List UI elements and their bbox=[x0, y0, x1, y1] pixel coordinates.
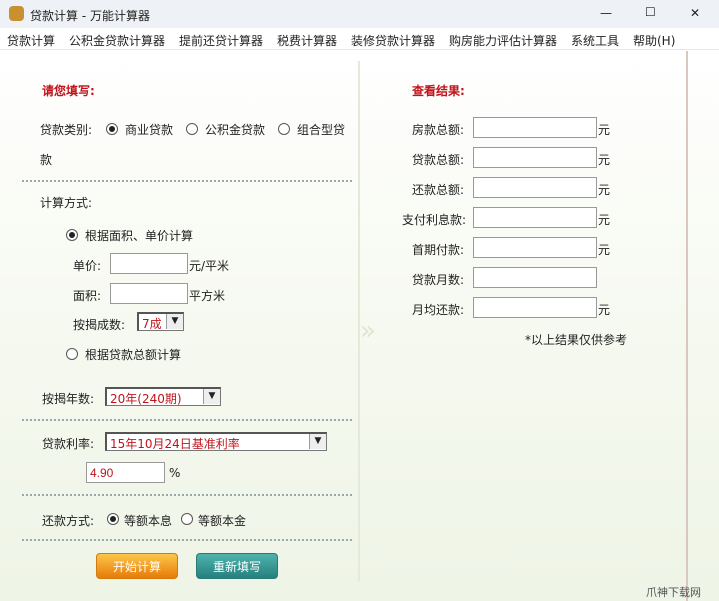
result-field[interactable] bbox=[473, 147, 597, 168]
method-by-total[interactable]: 根据贷款总额计算 bbox=[85, 346, 181, 363]
title-bar: 贷款计算 - 万能计算器 — ☐ ✕ bbox=[0, 0, 719, 28]
area-unit: 平方米 bbox=[189, 289, 226, 303]
divider bbox=[22, 494, 352, 496]
menu-tax[interactable]: 税费计算器 bbox=[277, 32, 337, 49]
chevron-down-icon: ▼ bbox=[203, 389, 220, 404]
chevron-down-icon: ▼ bbox=[166, 314, 183, 329]
loan-type-commercial[interactable]: 商业贷款 bbox=[125, 121, 173, 138]
radio-by-area[interactable] bbox=[66, 229, 78, 241]
menu-bar: 贷款计算 公积金贷款计算器 提前还贷计算器 税费计算器 装修贷款计算器 购房能力… bbox=[0, 28, 719, 50]
menu-afford[interactable]: 购房能力评估计算器 bbox=[449, 32, 557, 49]
result-unit: 元 bbox=[598, 303, 611, 317]
repay-equal-installment[interactable]: 等额本息 bbox=[124, 512, 172, 529]
results-note: *以上结果仅供参考 bbox=[525, 333, 628, 347]
result-label: 首期付款: bbox=[412, 243, 465, 257]
result-field[interactable] bbox=[473, 297, 597, 318]
ratio-value: 7成 bbox=[142, 317, 162, 331]
loan-type-fund[interactable]: 公积金贷款 bbox=[205, 121, 265, 138]
loan-type-combined[interactable]: 组合型贷 bbox=[297, 121, 345, 138]
result-label: 支付利息款: bbox=[402, 213, 467, 227]
rate-unit: % bbox=[169, 466, 181, 480]
years-label: 按揭年数: bbox=[42, 392, 95, 406]
window-title: 贷款计算 - 万能计算器 bbox=[30, 9, 150, 23]
unit-price-label: 单价: bbox=[73, 259, 102, 273]
menu-help[interactable]: 帮助(H) bbox=[633, 32, 675, 49]
area-label: 面积: bbox=[73, 289, 102, 303]
radio-equal-installment[interactable] bbox=[107, 513, 119, 525]
reset-button[interactable]: 重新填写 bbox=[196, 553, 278, 579]
app-icon bbox=[9, 6, 24, 21]
unit-price-input[interactable] bbox=[110, 253, 188, 274]
divider bbox=[22, 539, 352, 541]
result-label: 贷款总额: bbox=[412, 153, 465, 167]
maximize-button[interactable]: ☐ bbox=[645, 5, 656, 19]
results-title: 查看结果: bbox=[412, 84, 465, 98]
menu-prepay[interactable]: 提前还贷计算器 bbox=[179, 32, 263, 49]
result-label: 贷款月数: bbox=[412, 273, 465, 287]
ratio-select[interactable]: 7成 ▼ bbox=[137, 312, 184, 331]
result-label: 月均还款: bbox=[412, 303, 465, 317]
repay-label: 还款方式: bbox=[42, 514, 95, 528]
menu-fund-loan[interactable]: 公积金贷款计算器 bbox=[69, 32, 165, 49]
result-field[interactable] bbox=[473, 207, 597, 228]
result-unit: 元 bbox=[598, 123, 611, 137]
calc-method-label: 计算方式: bbox=[40, 196, 93, 210]
method-by-area[interactable]: 根据面积、单价计算 bbox=[85, 227, 193, 244]
loan-type-combined-wrap: 款 bbox=[40, 153, 53, 167]
rate-label: 贷款利率: bbox=[42, 437, 95, 451]
result-label: 还款总额: bbox=[412, 183, 465, 197]
loan-type-label: 贷款类别: bbox=[40, 123, 93, 137]
calculate-button[interactable]: 开始计算 bbox=[96, 553, 178, 579]
result-field[interactable] bbox=[473, 117, 597, 138]
radio-commercial[interactable] bbox=[106, 123, 118, 135]
result-unit: 元 bbox=[598, 243, 611, 257]
minimize-button[interactable]: — bbox=[600, 6, 612, 20]
rate-value: 15年10月24日基准利率 bbox=[110, 437, 240, 451]
years-select[interactable]: 20年(240期) ▼ bbox=[105, 387, 221, 406]
unit-price-unit: 元/平米 bbox=[189, 259, 230, 273]
menu-decoration[interactable]: 装修贷款计算器 bbox=[351, 32, 435, 49]
years-value: 20年(240期) bbox=[110, 392, 182, 406]
divider bbox=[22, 419, 352, 421]
result-unit: 元 bbox=[598, 213, 611, 227]
fill-in-title: 请您填写: bbox=[42, 84, 95, 98]
menu-tools[interactable]: 系统工具 bbox=[571, 32, 619, 49]
repay-equal-principal[interactable]: 等额本金 bbox=[198, 512, 246, 529]
result-field[interactable] bbox=[473, 267, 597, 288]
close-button[interactable]: ✕ bbox=[690, 6, 700, 20]
menu-loan[interactable]: 贷款计算 bbox=[7, 32, 55, 49]
result-field[interactable] bbox=[473, 237, 597, 258]
chevron-down-icon: ▼ bbox=[309, 434, 326, 449]
result-unit: 元 bbox=[598, 153, 611, 167]
right-border bbox=[686, 51, 688, 601]
divider bbox=[22, 180, 352, 182]
radio-by-total[interactable] bbox=[66, 348, 78, 360]
chevron-right-icon: » bbox=[360, 316, 376, 346]
radio-fund[interactable] bbox=[186, 123, 198, 135]
rate-select[interactable]: 15年10月24日基准利率 ▼ bbox=[105, 432, 327, 451]
radio-combined[interactable] bbox=[278, 123, 290, 135]
rate-input[interactable] bbox=[86, 462, 165, 483]
radio-equal-principal[interactable] bbox=[181, 513, 193, 525]
result-unit: 元 bbox=[598, 183, 611, 197]
watermark: 爪神下载网 bbox=[646, 586, 701, 599]
result-label: 房款总额: bbox=[412, 123, 465, 137]
ratio-label: 按揭成数: bbox=[73, 318, 126, 332]
area-input[interactable] bbox=[110, 283, 188, 304]
result-field[interactable] bbox=[473, 177, 597, 198]
